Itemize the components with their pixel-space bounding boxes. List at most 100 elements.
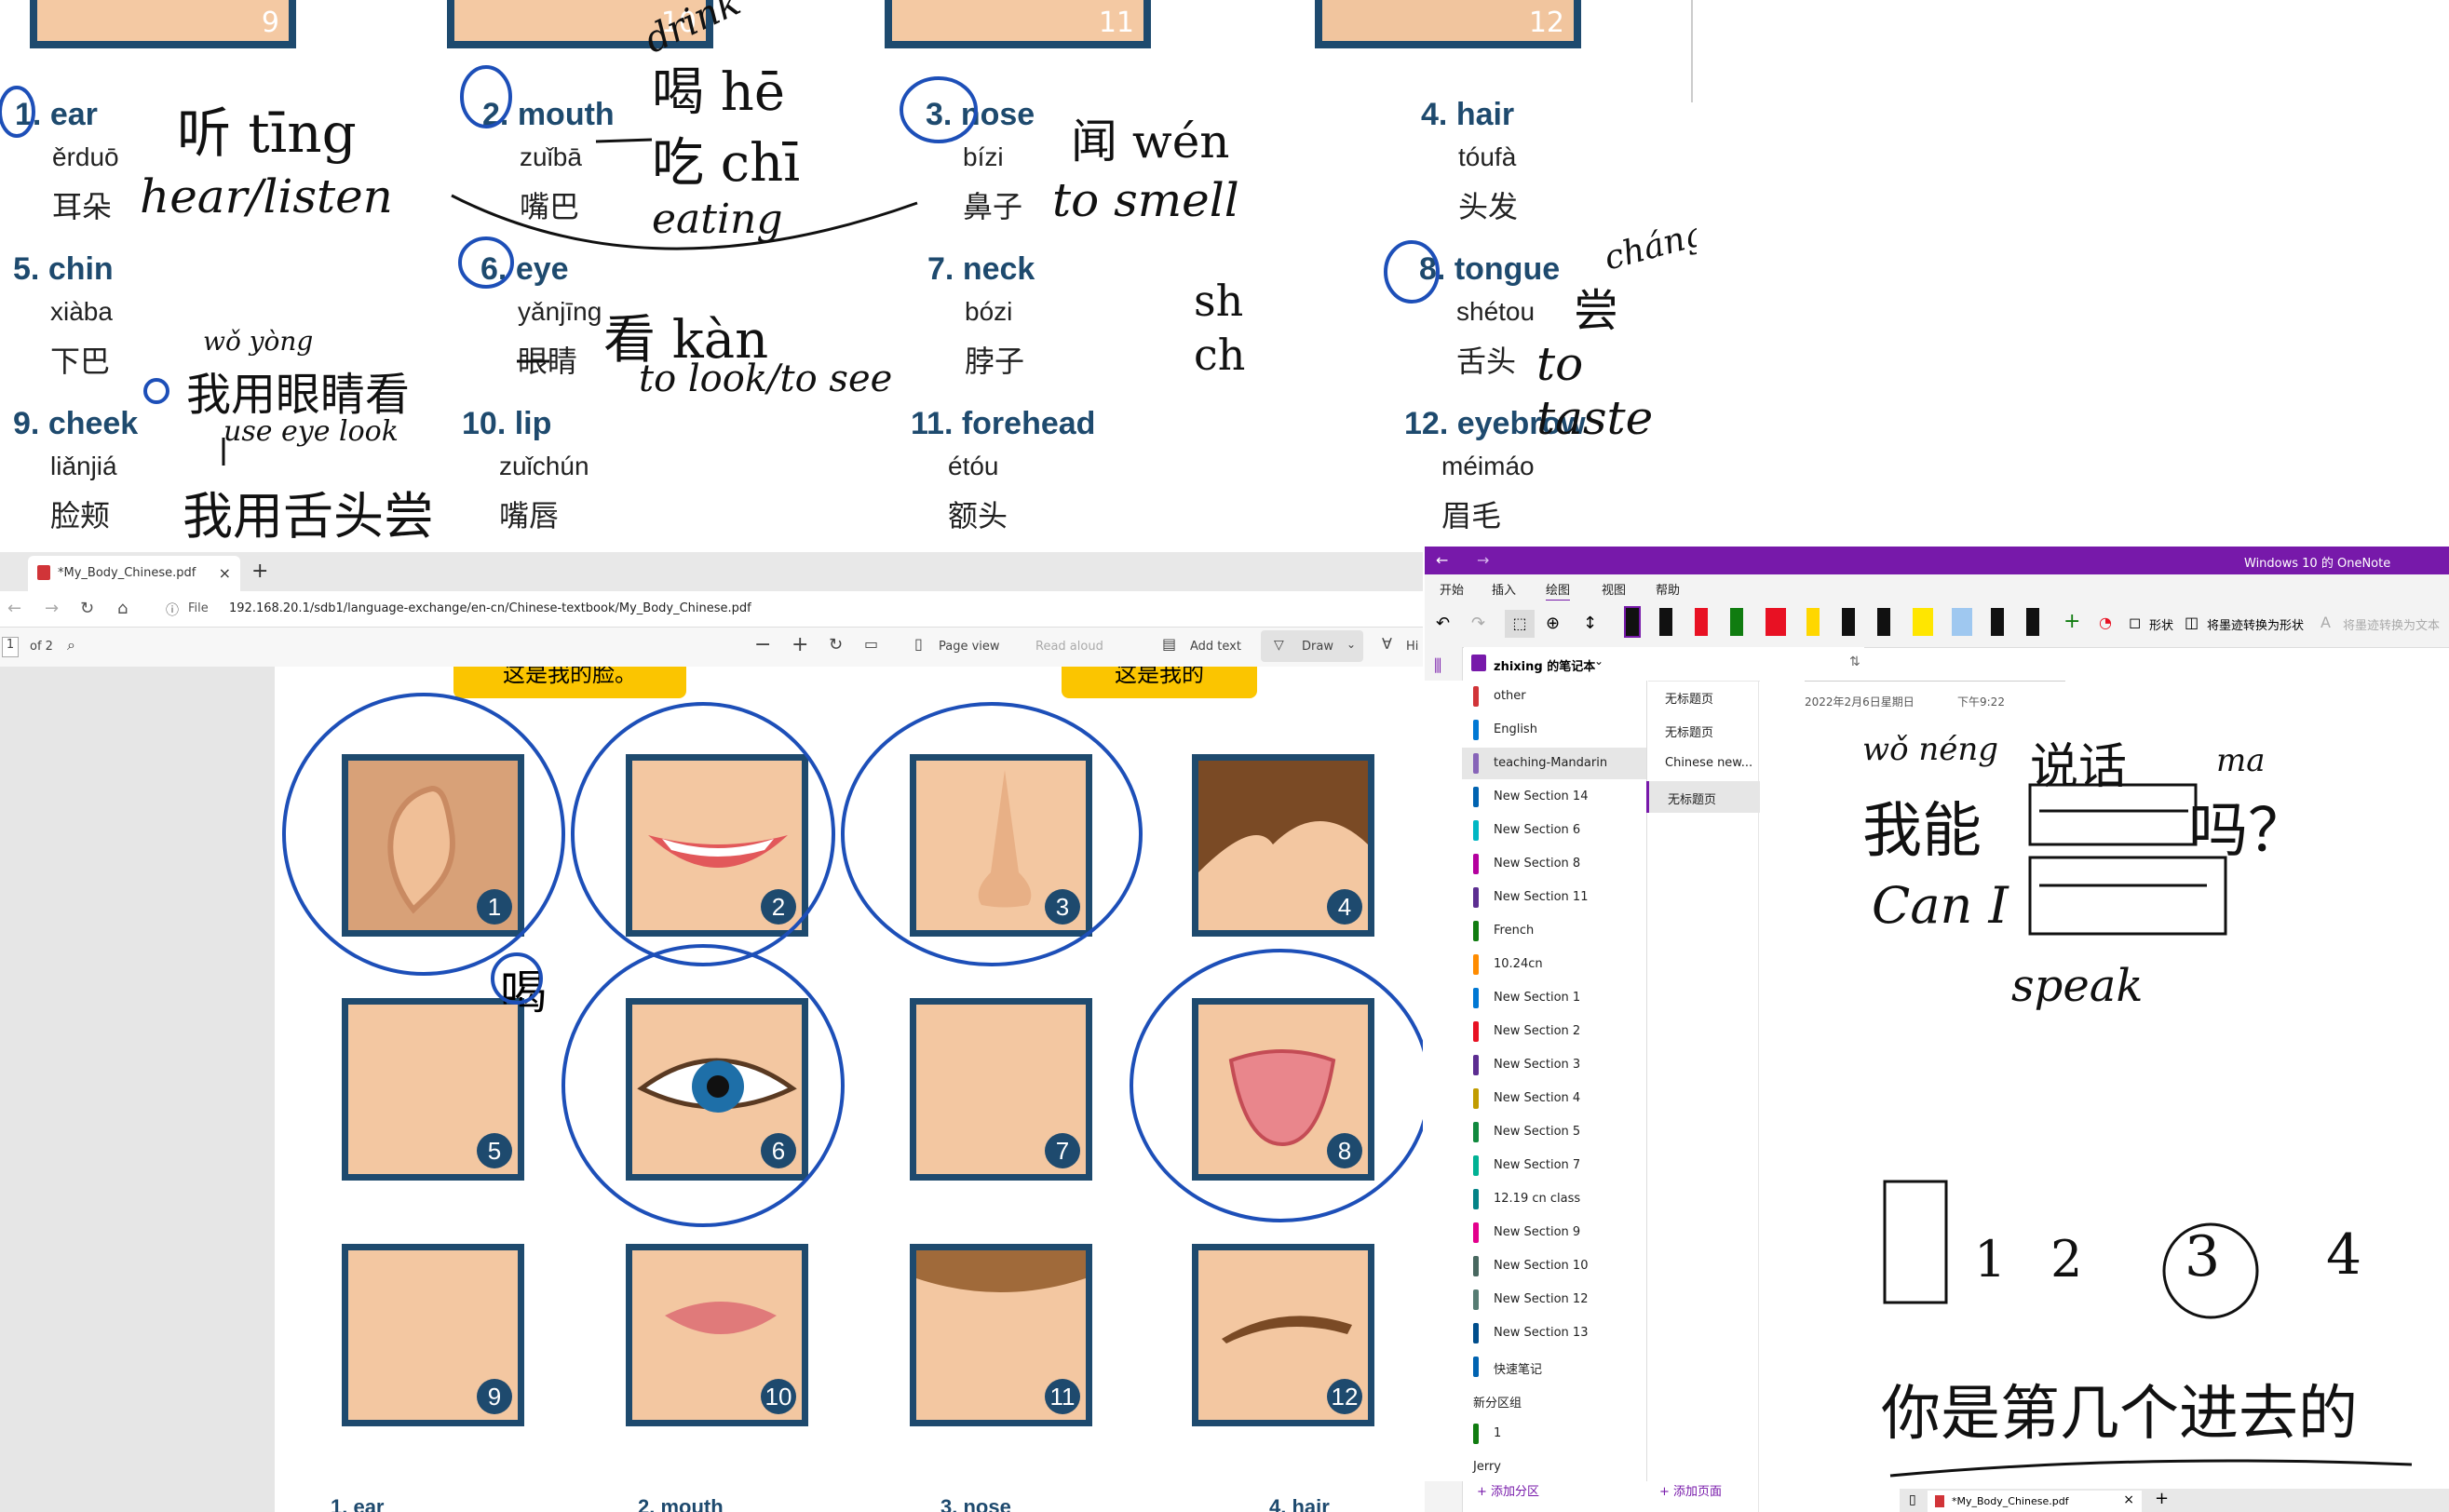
notebook-header[interactable]: zhixing 的笔记本 ⌄ ⇅ xyxy=(1464,647,1864,682)
add-page-button[interactable]: + 添加页面 xyxy=(1659,1481,1722,1499)
shapes-button[interactable]: 形状 xyxy=(2149,615,2173,633)
page-item[interactable]: 无标题页 xyxy=(1646,681,1758,712)
page-title: 无标题页 xyxy=(1665,726,1714,740)
page-view-button[interactable]: Page view xyxy=(939,640,1000,654)
pen-black[interactable] xyxy=(1659,608,1672,636)
onenote-ink-strokes xyxy=(1883,783,2413,1478)
onenote-window: ← → Windows 10 的 OneNote 开始 插入 绘图 视图 帮助 … xyxy=(1425,547,2449,1512)
read-aloud-button[interactable]: Read aloud xyxy=(1035,640,1103,654)
rotate-icon[interactable]: ↻ xyxy=(829,635,843,655)
page-item[interactable]: Chinese new... xyxy=(1646,748,1758,779)
taskbar-preview: ▯ *My_Body_Chinese.pdf × + xyxy=(1900,1489,2449,1512)
onenote-title-bar: ← → Windows 10 的 OneNote xyxy=(1425,547,2449,574)
browser-window: *My_Body_Chinese.pdf × + ← → ↻ ⌂ ⓘ File … xyxy=(0,552,1423,1512)
pen-black-2[interactable] xyxy=(1842,608,1855,636)
page-total: of 2 xyxy=(30,640,53,654)
window-icon: ▯ xyxy=(1909,1492,1916,1507)
info-icon[interactable]: ⓘ xyxy=(166,601,179,619)
highlighter-blue[interactable] xyxy=(1952,608,1972,636)
notebooks-icon[interactable]: ⫼ xyxy=(1434,656,1441,676)
chevron-down-icon: ⌄ xyxy=(1594,655,1604,668)
back-icon[interactable]: ← xyxy=(7,599,21,618)
draw-ribbon: ↶ ↷ ⬚ ⊕ ↕ + ◔ ◻ 形状 ◫ 将墨迹转换为形状 A 将墨迹转换为文本 xyxy=(1425,601,2449,648)
pen-black-4[interactable] xyxy=(1991,608,2004,636)
ink-strokes xyxy=(0,0,1697,466)
pdf-file-icon xyxy=(37,565,50,580)
sort-icon[interactable]: ⇅ xyxy=(1849,655,1860,669)
notebook-icon xyxy=(1471,655,1486,671)
pdf-viewport: 这是我的脸。 这是我的 1 2 3 4 5 6 7 8 9 10 11 12 1… xyxy=(0,667,1423,1512)
page-item[interactable]: 无标题页 xyxy=(1646,781,1761,813)
zoom-out-button[interactable]: − xyxy=(754,633,771,656)
highlighter-red[interactable] xyxy=(1766,608,1786,636)
ribbon-tabs: 开始 插入 绘图 视图 帮助 xyxy=(1425,574,2449,602)
close-icon[interactable]: × xyxy=(2123,1492,2134,1507)
ink-to-text-icon: A xyxy=(2320,614,2331,631)
refresh-icon[interactable]: ↻ xyxy=(80,599,94,618)
ribbon-tab-home[interactable]: 开始 xyxy=(1440,580,1464,598)
close-tab-icon[interactable]: × xyxy=(219,564,231,582)
add-pen-icon[interactable]: + xyxy=(2063,610,2080,633)
url-field[interactable]: 192.168.20.1/sdb1/language-exchange/en-c… xyxy=(229,601,751,615)
pen-black-3[interactable] xyxy=(1877,608,1890,636)
undo-icon[interactable]: ↶ xyxy=(1436,614,1450,633)
ribbon-tab-draw[interactable]: 绘图 xyxy=(1546,580,1571,602)
ink-to-shape-button[interactable]: 将墨迹转换为形状 xyxy=(2207,615,2304,633)
pen-red[interactable] xyxy=(1695,608,1708,636)
pdf-toolbar: 1 of 2 ⌕ − + ↻ ▭ ▯ Page view Read aloud … xyxy=(0,628,1423,668)
insert-space-icon[interactable]: ↕ xyxy=(1583,614,1597,633)
forward-icon[interactable]: → xyxy=(1477,551,1489,569)
draw-pen-icon: ▽ xyxy=(1274,638,1284,653)
pdf-top-strip: 9 10 11 12 1. ear ěrduō 耳朵 2. mouth zuǐb… xyxy=(0,0,1697,549)
ink-to-text-button[interactable]: 将墨迹转换为文本 xyxy=(2343,615,2440,633)
page-number-input[interactable]: 1 xyxy=(2,637,19,657)
tab-bar: *My_Body_Chinese.pdf × + xyxy=(0,552,1423,591)
address-prefix: File xyxy=(188,601,209,615)
pdf-ink-annotations xyxy=(282,693,1423,1227)
page-view-icon: ▯ xyxy=(914,635,923,653)
redo-icon[interactable]: ↷ xyxy=(1471,614,1485,633)
new-tab-button[interactable]: + xyxy=(251,560,268,583)
ruler-icon[interactable]: ◔ xyxy=(2099,614,2112,631)
taskbar-pdf-tab[interactable]: *My_Body_Chinese.pdf × xyxy=(1928,1491,2142,1512)
ribbon-tab-view[interactable]: 视图 xyxy=(1602,580,1626,598)
ink-to-shape-icon: ◫ xyxy=(2185,614,2199,631)
shapes-icon: ◻ xyxy=(2129,614,2142,631)
chevron-down-icon: ⌄ xyxy=(1346,638,1357,651)
pdf-file-icon xyxy=(1935,1495,1944,1507)
ribbon-tab-help[interactable]: 帮助 xyxy=(1656,580,1680,598)
pen-green[interactable] xyxy=(1730,608,1743,636)
tab-my-body-pdf[interactable]: *My_Body_Chinese.pdf × xyxy=(28,556,240,591)
note-canvas[interactable]: 2022年2月6日星期日 下午9:22 wǒ néng 说话 ma 我能 吗？ … xyxy=(1760,681,2449,1512)
fit-page-icon[interactable]: ▭ xyxy=(864,635,878,653)
highlight-icon: ∀ xyxy=(1382,635,1392,653)
zoom-in-button[interactable]: + xyxy=(792,633,808,656)
page-list: 无标题页 无标题页 Chinese new... 无标题页 xyxy=(1425,681,1761,1481)
page-title: 无标题页 xyxy=(1668,793,1717,807)
highlight-button[interactable]: Hi xyxy=(1406,640,1418,654)
lasso-select-icon[interactable]: ⬚ xyxy=(1505,610,1535,638)
pen-black-5[interactable] xyxy=(2026,608,2039,636)
draw-button[interactable]: ▽ Draw ⌄ xyxy=(1261,630,1363,662)
add-text-button[interactable]: Add text xyxy=(1190,640,1241,654)
pen-black-selected[interactable] xyxy=(1624,606,1641,638)
tab-title: *My_Body_Chinese.pdf xyxy=(58,566,196,580)
page-title: Chinese new... xyxy=(1665,756,1753,770)
page-title: 无标题页 xyxy=(1665,693,1714,707)
add-text-icon: ▤ xyxy=(1162,635,1177,653)
page-item[interactable]: 无标题页 xyxy=(1646,714,1758,746)
window-title: Windows 10 的 OneNote xyxy=(2244,557,2391,571)
ribbon-tab-insert[interactable]: 插入 xyxy=(1492,580,1516,598)
notebook-name: zhixing 的笔记本 xyxy=(1494,660,1596,674)
forward-icon[interactable]: → xyxy=(45,599,59,618)
home-icon[interactable]: ⌂ xyxy=(117,599,128,618)
pen-yellow[interactable] xyxy=(1806,608,1820,636)
add-space-icon[interactable]: ⊕ xyxy=(1546,614,1560,633)
back-icon[interactable]: ← xyxy=(1436,551,1448,569)
add-section-button[interactable]: + 添加分区 xyxy=(1477,1481,1539,1499)
address-bar: ← → ↻ ⌂ ⓘ File 192.168.20.1/sdb1/languag… xyxy=(0,591,1423,628)
new-tab-button[interactable]: + xyxy=(2155,1489,2169,1508)
pdf-page: 这是我的脸。 这是我的 1 2 3 4 5 6 7 8 9 10 11 12 1… xyxy=(275,667,1423,1512)
search-icon[interactable]: ⌕ xyxy=(67,636,75,655)
highlighter-yellow[interactable] xyxy=(1913,608,1933,636)
